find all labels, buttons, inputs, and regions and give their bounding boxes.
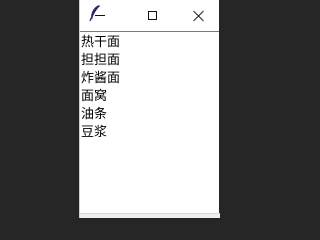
app-window: 热干面 担担面 炸酱面 面窝 油条 豆浆 bbox=[79, 0, 220, 218]
food-listbox[interactable]: 热干面 担担面 炸酱面 面窝 油条 豆浆 bbox=[80, 31, 219, 214]
list-item[interactable]: 面窝 bbox=[80, 88, 219, 106]
list-item[interactable]: 豆浆 bbox=[80, 124, 219, 142]
desktop-background: 热干面 担担面 炸酱面 面窝 油条 豆浆 bbox=[0, 0, 220, 218]
close-icon bbox=[193, 10, 205, 22]
window-bottom-edge bbox=[80, 213, 220, 218]
maximize-button[interactable] bbox=[132, 0, 172, 31]
close-button[interactable] bbox=[178, 0, 220, 31]
minimize-icon bbox=[95, 15, 105, 16]
list-item[interactable]: 担担面 bbox=[80, 52, 219, 70]
list-item[interactable]: 油条 bbox=[80, 106, 219, 124]
list-item[interactable]: 炸酱面 bbox=[80, 70, 219, 88]
list-item[interactable]: 热干面 bbox=[80, 34, 219, 52]
minimize-button[interactable] bbox=[80, 0, 120, 31]
maximize-icon bbox=[147, 11, 157, 20]
title-bar[interactable] bbox=[80, 0, 219, 31]
